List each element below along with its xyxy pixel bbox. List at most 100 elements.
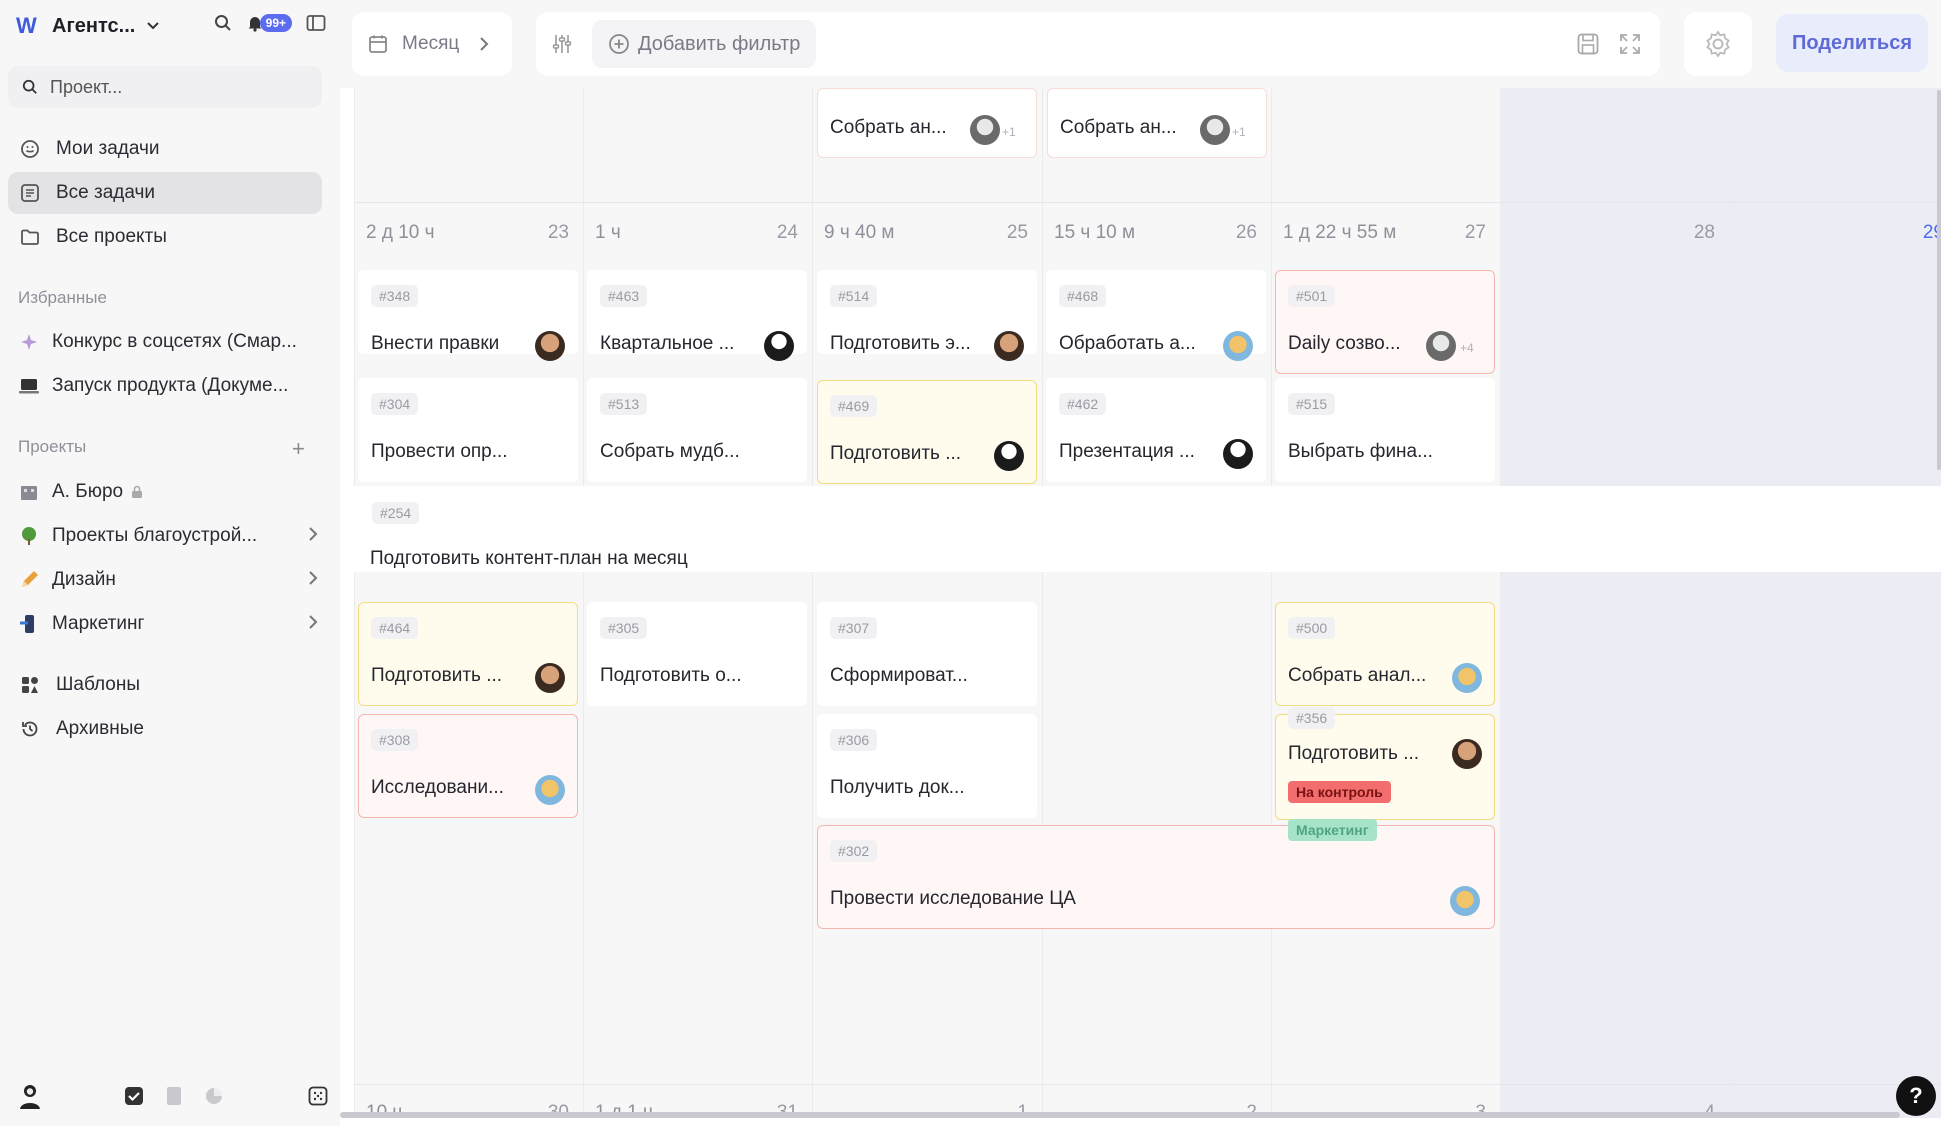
task-card[interactable]: #462 Презентация ... (1046, 378, 1266, 482)
day-header: 29 (1729, 216, 1941, 250)
project-label: Проекты благоустрой... (52, 525, 258, 546)
day-header: 2 д 10 ч 23 (354, 216, 583, 250)
sidebar: W Агентс... 99+ Мои за (0, 0, 340, 1126)
add-project-button[interactable]: + (292, 436, 305, 462)
project-item[interactable]: Дизайн (18, 562, 318, 598)
task-title: Внести правки (371, 333, 500, 354)
project-search-input[interactable] (50, 76, 290, 98)
plus-circle-icon (608, 33, 630, 55)
pencil-icon (18, 569, 40, 591)
filter-bar: Добавить фильтр (536, 12, 1660, 76)
task-card[interactable]: #464 Подготовить ... (358, 602, 578, 706)
save-icon[interactable] (1576, 32, 1600, 56)
nav-my-tasks[interactable]: Мои задачи (8, 128, 322, 170)
pie-chart-icon[interactable] (204, 1086, 224, 1106)
horizontal-scrollbar[interactable] (340, 1112, 1900, 1118)
task-card[interactable]: #356 Подготовить ... На контроль Маркети… (1275, 707, 1495, 841)
nav-label: Все проекты (56, 226, 167, 247)
task-card[interactable]: #463 Квартальное ... (587, 270, 807, 361)
notifications-button[interactable]: 99+ (246, 14, 292, 32)
task-card[interactable]: #515 Выбрать фина... (1275, 378, 1495, 482)
projects-heading: Проекты (18, 437, 87, 456)
multi-day-task[interactable]: #302 Провести исследование ЦА (817, 825, 1495, 929)
assignee-avatar (1223, 439, 1253, 469)
assignee-avatar (1200, 115, 1230, 145)
chevron-right-icon[interactable] (308, 614, 318, 634)
task-card[interactable]: Собрать ан... +1 (1047, 88, 1267, 158)
task-title: Выбрать фина... (1288, 441, 1433, 462)
task-id: #254 (372, 502, 420, 524)
task-title: Собрать анал... (1288, 665, 1427, 686)
task-card[interactable]: #468 Обработать а... (1046, 270, 1266, 361)
week-divider (354, 202, 1941, 203)
lock-icon (131, 485, 143, 499)
sliders-icon[interactable] (550, 32, 574, 56)
day-header: 28 (1500, 216, 1729, 250)
status-tag: На контроль (1288, 781, 1391, 803)
help-button[interactable]: ? (1896, 1076, 1936, 1116)
assignee-avatar (1452, 739, 1482, 769)
task-card[interactable]: #306 Получить док... (817, 714, 1037, 818)
assignee-avatar (994, 331, 1024, 361)
project-search[interactable] (8, 66, 322, 108)
task-card[interactable]: #304 Провести опр... (358, 378, 578, 482)
settings-button[interactable] (1684, 12, 1752, 76)
day-number: 25 (1006, 222, 1028, 243)
task-title: Собрать ан... (1060, 117, 1177, 138)
view-selector[interactable]: Месяц (352, 12, 512, 76)
task-id: #469 (830, 395, 878, 417)
favorite-item[interactable]: Запуск продукта (Докуме... (18, 368, 318, 404)
calculator-icon[interactable] (308, 1086, 328, 1106)
task-card[interactable]: #307 Сформироват... (817, 602, 1037, 706)
task-id: #356 (1288, 707, 1336, 729)
task-card[interactable]: #500 Собрать анал... (1275, 602, 1495, 706)
task-card[interactable]: #305 Подготовить о... (587, 602, 807, 706)
task-card[interactable]: #514 Подготовить э... (817, 270, 1037, 361)
task-id: #500 (1288, 617, 1336, 639)
task-card[interactable]: #348 Внести правки (358, 270, 578, 361)
project-item[interactable]: Проекты благоустрой... (18, 518, 318, 554)
vertical-scrollbar[interactable] (1937, 90, 1941, 470)
search-icon[interactable] (214, 14, 232, 32)
chevron-right-icon[interactable] (308, 526, 318, 546)
building-icon (18, 481, 40, 503)
task-title: Провести исследование ЦА (830, 888, 1076, 909)
day-number: 23 (547, 222, 569, 243)
task-card[interactable]: #513 Собрать мудб... (587, 378, 807, 482)
expand-icon[interactable] (1618, 32, 1642, 56)
nav-all-tasks[interactable]: Все задачи (8, 172, 322, 214)
task-card[interactable]: Собрать ан... +1 (817, 88, 1037, 158)
task-card[interactable]: #469 Подготовить ... (817, 380, 1037, 484)
sidebar-toggle-icon[interactable] (306, 14, 326, 32)
task-card[interactable]: #501 Daily созво... +4 (1275, 270, 1495, 374)
project-item[interactable]: А. Бюро (18, 474, 318, 510)
multi-day-task[interactable]: #254 Подготовить контент-план на месяц (354, 486, 1941, 572)
checkbox-icon[interactable] (124, 1086, 144, 1106)
day-header: 9 ч 40 м 25 (812, 216, 1042, 250)
nav-archive[interactable]: Архивные (8, 708, 322, 750)
document-icon[interactable] (166, 1086, 182, 1106)
more-assignees: +1 (1002, 125, 1016, 139)
laptop-icon (18, 375, 40, 397)
history-icon (20, 719, 42, 739)
share-button[interactable]: Поделиться (1776, 14, 1928, 72)
day-number: 27 (1464, 222, 1486, 243)
month-calendar: Собрать ан... +1 Собрать ан... +1 2 д 10… (354, 88, 1941, 1118)
day-time-total: 2 д 10 ч (366, 222, 435, 243)
chevron-right-icon (479, 37, 489, 51)
project-label: Маркетинг (52, 613, 145, 634)
task-card[interactable]: #308 Исследовани... (358, 714, 578, 818)
notification-badge: 99+ (259, 14, 292, 32)
nav-templates[interactable]: Шаблоны (8, 664, 322, 706)
chevron-right-icon[interactable] (308, 570, 318, 590)
add-filter-button[interactable]: Добавить фильтр (592, 20, 817, 68)
top-toolbar: Месяц Добавить фильтр Поделиться (340, 0, 1941, 88)
user-avatar-icon[interactable] (18, 1082, 42, 1110)
project-item[interactable]: Маркетинг (18, 606, 318, 642)
favorite-item[interactable]: Конкурс в соцсетях (Смар... (18, 324, 318, 360)
workspace-switcher[interactable]: W Агентс... 99+ (16, 10, 326, 42)
tree-icon (18, 525, 40, 547)
search-icon (22, 79, 38, 95)
nav-label: Мои задачи (56, 138, 160, 159)
nav-all-projects[interactable]: Все проекты (8, 216, 322, 258)
